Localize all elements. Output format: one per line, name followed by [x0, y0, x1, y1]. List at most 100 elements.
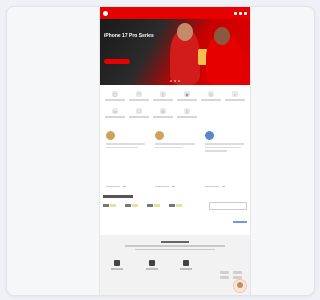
footer-link-label	[111, 268, 124, 270]
quick-actions-grid: ▢ ◠ ▯ ▣ ◇ ○ ▭ □ ◎ ▯	[103, 91, 247, 118]
top-bar	[100, 7, 250, 19]
promo-text-line	[204, 146, 241, 148]
usage-cell	[103, 203, 119, 209]
promo-cards	[103, 129, 247, 189]
usage-title	[103, 195, 133, 198]
sim-icon: ▢	[112, 91, 118, 97]
usage-cell	[125, 203, 141, 209]
search-icon[interactable]	[234, 11, 237, 15]
footer-text	[125, 245, 225, 247]
footer-text	[135, 248, 215, 250]
usage-cell	[147, 203, 163, 209]
promo-text-line	[155, 143, 195, 145]
quick-action-label	[105, 116, 125, 118]
store-icon	[114, 260, 121, 266]
box-icon: □	[136, 108, 142, 114]
footer-link-contact[interactable]	[180, 260, 193, 270]
carousel-dot[interactable]	[174, 80, 176, 82]
usage-tag	[132, 204, 138, 207]
usage-details-link[interactable]	[233, 221, 247, 223]
promo-more-link[interactable]	[155, 185, 176, 187]
quick-action-label	[177, 116, 197, 118]
carousel-dots[interactable]	[100, 80, 250, 82]
promo-avatar	[155, 131, 165, 140]
screenshot-frame: iPhone 17 Pro Series ▢ ◠ ▯ ▣ ◇ ○ ▭ □ ◎ ▯	[6, 6, 315, 296]
quick-action-label	[153, 116, 173, 118]
app-store-badge[interactable]	[220, 271, 229, 274]
brand-logo-icon[interactable]	[103, 10, 108, 16]
account-icon[interactable]	[239, 11, 242, 15]
usage-period-select[interactable]	[209, 201, 247, 210]
promo-more-link[interactable]	[204, 185, 225, 187]
quick-action-label	[129, 116, 149, 118]
gift-icon: ▣	[184, 91, 190, 97]
quick-action-item[interactable]: ◠	[127, 91, 151, 101]
wifi-icon: ◠	[136, 91, 142, 97]
usage-value	[169, 204, 175, 207]
quick-action-label	[153, 99, 173, 101]
footer-links	[100, 260, 250, 270]
carousel-dot[interactable]	[170, 80, 172, 82]
footer-heading	[161, 241, 189, 243]
footer-spacer	[215, 260, 239, 270]
promo-card[interactable]	[103, 129, 148, 189]
promo-text-line	[106, 146, 138, 148]
roaming-icon: ◎	[160, 108, 166, 114]
footer-link-label	[145, 268, 158, 270]
promo-text-line	[155, 146, 183, 148]
usage-tag	[110, 204, 116, 207]
play-store-badge[interactable]	[233, 271, 242, 274]
footer-link-store[interactable]	[111, 260, 124, 270]
quick-action-label	[129, 99, 149, 101]
usage-tag	[176, 204, 182, 207]
quick-action-label	[105, 99, 125, 101]
contact-icon	[183, 260, 190, 266]
chatbot-avatar-button[interactable]	[233, 279, 247, 293]
hero-person-right-head	[214, 27, 230, 45]
cart-icon: ◇	[208, 91, 214, 97]
promo-card[interactable]	[202, 129, 247, 189]
quick-action-item[interactable]: □	[127, 108, 151, 118]
carousel-dot[interactable]	[178, 80, 180, 82]
usage-cell	[169, 203, 185, 209]
quick-action-item[interactable]: ▢	[103, 91, 127, 101]
promo-text-line	[204, 143, 244, 145]
quick-action-item[interactable]: ○	[223, 91, 247, 101]
quick-action-item[interactable]: ▯	[151, 91, 175, 101]
usage-value	[103, 204, 109, 207]
app-gallery-badge[interactable]	[220, 276, 229, 279]
hero-person-left-head	[177, 23, 193, 41]
hero-title: iPhone 17 Pro Series	[104, 33, 154, 39]
promo-more-link[interactable]	[106, 185, 126, 187]
help-icon	[148, 260, 155, 266]
app-store-badges	[220, 271, 242, 279]
usage-value	[147, 204, 153, 207]
quick-action-item[interactable]: ◎	[151, 108, 175, 118]
footer-link-label	[180, 268, 193, 270]
promo-card[interactable]	[152, 129, 197, 189]
promo-text-line	[204, 150, 228, 152]
hero-banner[interactable]: iPhone 17 Pro Series	[100, 19, 250, 85]
promo-avatar	[106, 131, 115, 140]
menu-icon[interactable]	[244, 11, 247, 15]
quick-action-item[interactable]: ▯	[175, 108, 199, 118]
plan-icon: ○	[232, 91, 238, 97]
phone-icon: ▯	[160, 91, 166, 97]
quick-action-label	[225, 99, 245, 101]
top-bar-icons	[234, 11, 247, 15]
hero-cta-button[interactable]	[104, 59, 130, 64]
usage-value	[125, 204, 131, 207]
quick-action-label	[201, 99, 221, 101]
footer-link-help[interactable]	[145, 260, 158, 270]
usage-tag	[154, 204, 160, 207]
promo-text-line	[106, 143, 146, 145]
quick-action-item[interactable]: ◇	[199, 91, 223, 101]
mobile-page: iPhone 17 Pro Series ▢ ◠ ▯ ▣ ◇ ○ ▭ □ ◎ ▯	[99, 7, 251, 295]
usage-row	[103, 201, 247, 210]
quick-action-item[interactable]: ▭	[103, 108, 127, 118]
quick-action-item[interactable]: ▣	[175, 91, 199, 101]
card-icon: ▭	[112, 108, 118, 114]
footer	[100, 235, 250, 295]
promo-avatar	[204, 131, 214, 140]
quick-action-label	[177, 99, 197, 101]
